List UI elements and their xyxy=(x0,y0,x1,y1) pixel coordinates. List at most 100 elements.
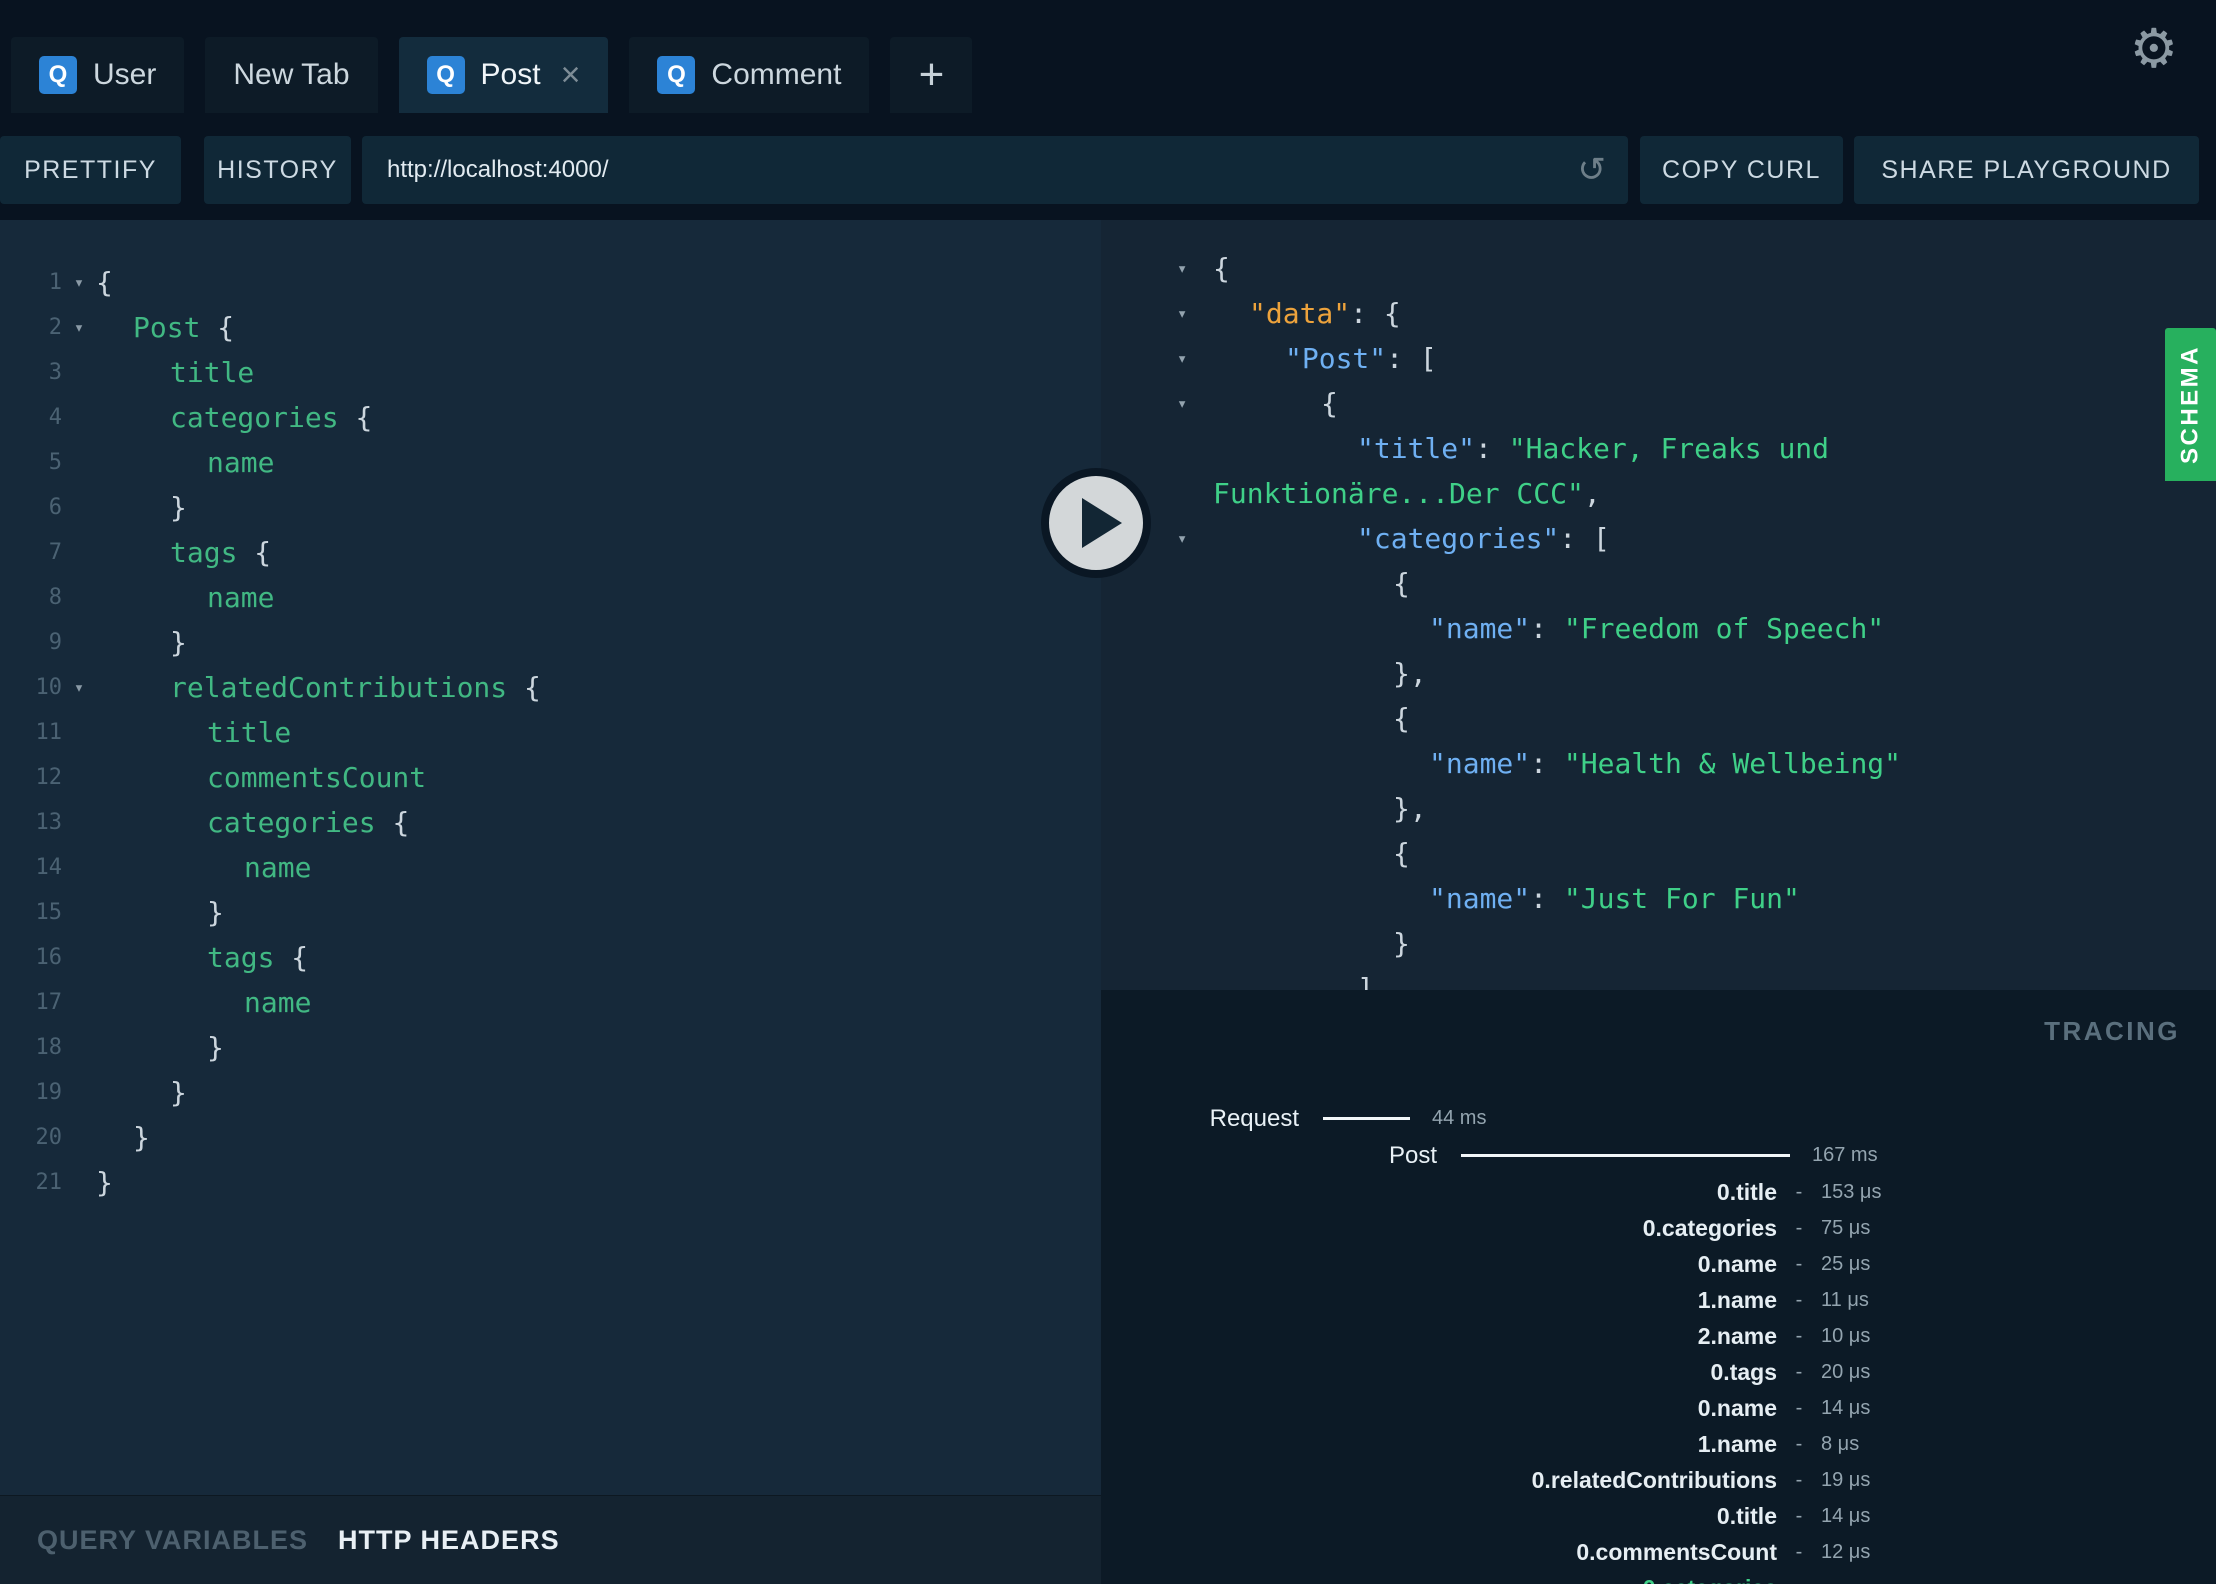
response-line: "name": "Freedom of Speech" xyxy=(1101,606,2216,651)
tab-bar: Q User New Tab Q Post × Q Comment xyxy=(11,37,870,113)
code-token: { xyxy=(1213,252,1230,285)
resolver-time: 25 μs xyxy=(1821,1252,1871,1275)
tab-post[interactable]: Q Post × xyxy=(398,37,609,113)
code-token: : [ xyxy=(1386,342,1437,375)
bottom-bar: QUERY VARIABLES HTTP HEADERS xyxy=(0,1495,1101,1584)
resolver-label: 0.commentsCount xyxy=(1576,1538,1777,1565)
code-token: : xyxy=(1475,432,1509,465)
prettify-button[interactable]: PRETTIFY xyxy=(0,136,181,204)
code-token: "name" xyxy=(1429,612,1531,645)
tracing-span-row: Request 44 ms xyxy=(1101,1100,2216,1137)
code-token: { xyxy=(1393,837,1410,870)
code-token: } xyxy=(207,1031,224,1064)
code-text: } xyxy=(96,1031,224,1064)
graphql-playground: Q User New Tab Q Post × Q Comment + ⚙ PRETTIFY … xyxy=(0,0,2216,1584)
fold-arrow-icon[interactable]: ▾ xyxy=(1177,291,1187,336)
code-token: : { xyxy=(1350,297,1401,330)
tab-bar-region: Q User New Tab Q Post × Q Comment + ⚙ xyxy=(0,0,2216,113)
response-line: Funktionäre...Der CCC", xyxy=(1101,471,2216,516)
code-token: title xyxy=(207,716,292,749)
copy-curl-button[interactable]: COPY CURL xyxy=(1640,136,1843,204)
editor-line: 13 categories { xyxy=(0,800,1101,845)
share-playground-button[interactable]: SHARE PLAYGROUND xyxy=(1854,136,2199,204)
resolver-time: 12 μs xyxy=(1821,1540,1871,1563)
editor-line: 3 title xyxy=(0,350,1101,395)
code-text: Post { xyxy=(96,311,234,344)
endpoint-url-input[interactable] xyxy=(362,136,1628,204)
resolver-label: 0.name xyxy=(1697,1394,1777,1421)
tracing-resolver-row: 0.title -14 μs xyxy=(1101,1498,2216,1534)
add-tab-button[interactable]: + xyxy=(890,37,973,113)
resolver-time: 11 μs xyxy=(1821,1288,1869,1311)
tracing-resolver-row: 1.name -8 μs xyxy=(1101,1426,2216,1462)
settings-gear-icon[interactable]: ⚙ xyxy=(2130,22,2178,76)
http-headers-tab[interactable]: HTTP HEADERS xyxy=(338,1525,560,1556)
fold-arrow-icon[interactable]: ▾ xyxy=(1177,336,1187,381)
code-token: Funktionäre...Der CCC" xyxy=(1213,477,1584,510)
query-editor[interactable]: 1 ▾{2 ▾ Post {3 title 4 categories {5 name 6} 7 ta… xyxy=(0,220,1101,1495)
line-number: 6 xyxy=(48,495,62,520)
line-number: 7 xyxy=(48,540,62,565)
code-token: name xyxy=(244,986,312,1019)
code-token: commentsCount xyxy=(207,761,427,794)
resolver-dash: - xyxy=(1795,1396,1803,1419)
fold-arrow-icon[interactable]: ▾ xyxy=(62,273,96,293)
code-token: "Hacker, Freaks und xyxy=(1508,432,1830,465)
close-icon[interactable]: × xyxy=(561,58,581,92)
code-token: "Just For Fun" xyxy=(1563,882,1800,915)
schema-tab-button[interactable]: SCHEMA xyxy=(2165,328,2216,481)
tracing-resolver-row: 0.commentsCount -12 μs xyxy=(1101,1534,2216,1570)
fold-arrow-icon[interactable]: ▾ xyxy=(1177,381,1187,426)
code-token: "name" xyxy=(1429,882,1531,915)
line-number: 1 xyxy=(48,270,62,295)
editor-line: 16 tags { xyxy=(0,935,1101,980)
tracing-resolver-row: 0.title -153 μs xyxy=(1101,1174,2216,1210)
code-token: } xyxy=(170,491,187,524)
editor-line: 4 categories { xyxy=(0,395,1101,440)
resolver-label: 0.name xyxy=(1697,1250,1777,1277)
code-text: name xyxy=(96,851,311,884)
code-token: name xyxy=(244,851,312,884)
tracing-resolver-row: 0.relatedContributions -19 μs xyxy=(1101,1462,2216,1498)
code-token: { xyxy=(524,671,541,704)
code-text: title xyxy=(96,716,291,749)
response-line: }, xyxy=(1101,651,2216,696)
span-time: 167 ms xyxy=(1812,1144,1878,1166)
line-number: 8 xyxy=(48,585,62,610)
fold-arrow-icon[interactable]: ▾ xyxy=(62,318,96,338)
editor-line: 18} xyxy=(0,1025,1101,1070)
fold-arrow-icon[interactable]: ▾ xyxy=(1177,516,1187,561)
span-label: Request xyxy=(1209,1104,1299,1132)
editor-line: 17 name xyxy=(0,980,1101,1025)
tab-comment[interactable]: Q Comment xyxy=(629,37,870,113)
resolver-time: 153 μs xyxy=(1821,1180,1882,1203)
code-token: } xyxy=(207,896,224,929)
code-token: { xyxy=(217,311,235,344)
fold-arrow-icon[interactable]: ▾ xyxy=(1177,246,1187,291)
query-variables-tab[interactable]: QUERY VARIABLES xyxy=(37,1525,308,1556)
result-pane: ▾{▾ "data": {▾ "Post": [▾{"title": "Hacker… xyxy=(1101,220,2216,1584)
reload-icon[interactable]: ↺ xyxy=(1578,150,1607,190)
line-number: 16 xyxy=(35,945,63,970)
endpoint-url-wrap: ↺ xyxy=(362,136,1628,204)
span-label: Post xyxy=(1388,1141,1437,1169)
resolver-label: 0.tags xyxy=(1710,1358,1777,1385)
code-text: title xyxy=(96,356,254,389)
history-button[interactable]: HISTORY xyxy=(204,136,351,204)
line-number: 17 xyxy=(35,990,63,1015)
response-line: ▾{ xyxy=(1101,246,2216,291)
response-line: { xyxy=(1101,831,2216,876)
execute-button[interactable] xyxy=(1041,468,1151,578)
code-token: { xyxy=(254,536,272,569)
tracing-title: TRACING xyxy=(2044,1016,2180,1046)
tab-new-tab[interactable]: New Tab xyxy=(205,37,378,113)
fold-arrow-icon[interactable]: ▾ xyxy=(62,678,96,698)
code-token: tags xyxy=(207,941,292,974)
query-icon: Q xyxy=(426,56,465,94)
editor-line: 14 name xyxy=(0,845,1101,890)
code-text: } xyxy=(96,626,187,659)
code-token: "Health & Wellbeing" xyxy=(1563,747,1902,780)
tab-user[interactable]: Q User xyxy=(11,37,185,113)
response-line: "name": "Just For Fun" xyxy=(1101,876,2216,921)
resolver-time: 10 μs xyxy=(1821,1324,1871,1347)
